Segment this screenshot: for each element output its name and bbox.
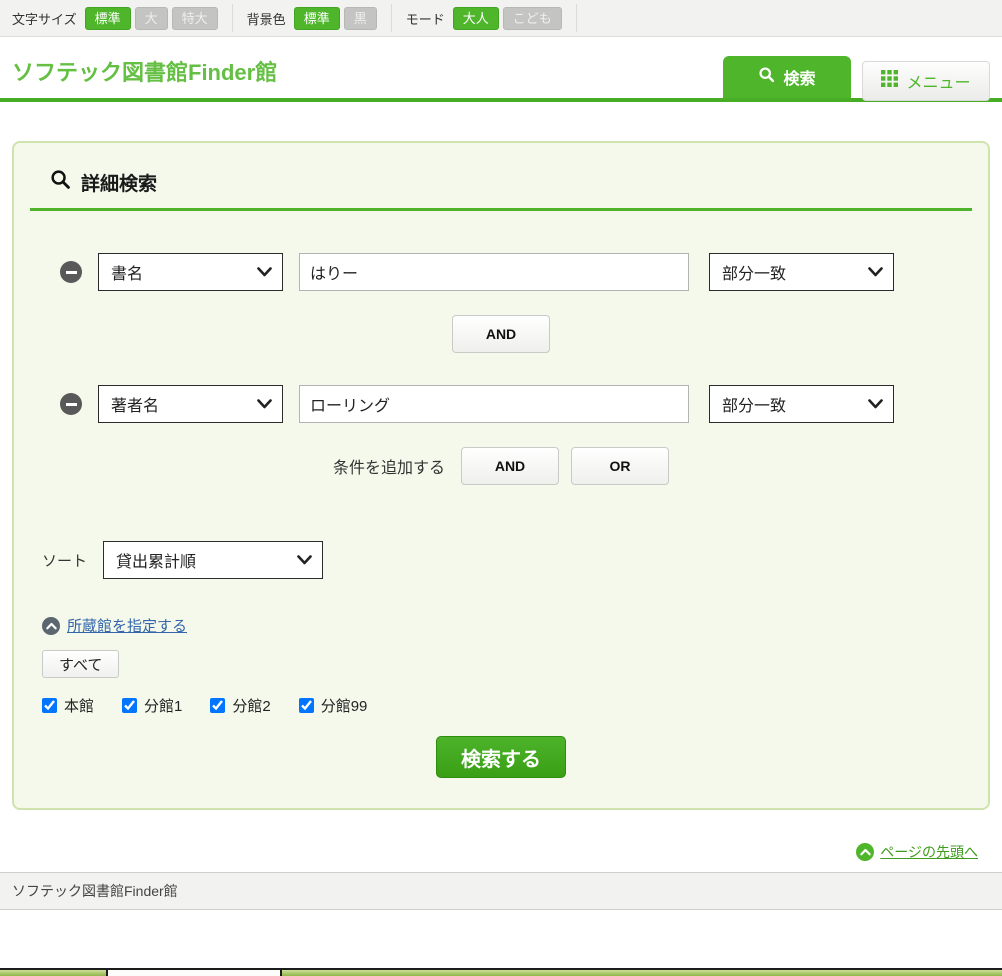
remove-condition-icon[interactable] [60,393,82,415]
checkbox-branch1[interactable] [122,698,137,713]
bg-color-group: 背景色 標準 黒 [247,7,381,30]
tab-search-label: 検索 [783,65,815,89]
keyword-input-2[interactable] [299,385,689,423]
select-all-button[interactable]: すべて [42,650,119,678]
field-select-1-value: 書名 [111,260,143,284]
library-checkbox-branch2[interactable]: 分館2 [210,695,270,716]
bottom-edge-window-fragment [106,970,282,976]
chevron-down-icon [868,267,883,277]
tab-menu[interactable]: メニュー [862,61,990,101]
library-toggle-link[interactable]: 所蔵館を指定する [67,615,187,636]
accessibility-toolbar: 文字サイズ 標準 大 特大 背景色 標準 黒 モード 大人 こども [0,0,1002,37]
operator-row: AND [30,315,972,353]
and-operator-button[interactable]: AND [452,315,550,353]
field-select-2-value: 著者名 [111,392,159,416]
field-select-2[interactable]: 著者名 [98,385,283,423]
search-submit-button[interactable]: 検索する [436,736,566,778]
checkbox-branch99-label: 分館99 [321,695,368,716]
chevron-down-icon [868,399,883,409]
back-to-top-link[interactable]: ページの先頭へ [880,842,978,862]
chevron-up-circle-icon [856,843,874,861]
panel-title: 詳細検索 [81,169,157,196]
checkbox-branch2[interactable] [210,698,225,713]
add-condition-label: 条件を追加する [333,454,445,478]
tab-search[interactable]: 検索 [723,56,851,98]
bottom-edge-strip [0,968,1002,976]
checkbox-main-label: 本館 [64,695,94,716]
chevron-down-icon [297,555,312,565]
toolbar-divider [232,4,233,32]
checkbox-main-library[interactable] [42,698,57,713]
back-to-top-row: ページの先頭へ [24,842,978,862]
checkbox-branch99[interactable] [299,698,314,713]
font-size-group: 文字サイズ 標準 大 特大 [12,7,222,30]
font-size-large-button[interactable]: 大 [135,7,168,30]
library-checkbox-main[interactable]: 本館 [42,695,94,716]
site-title: ソフテック図書館Finder館 [12,55,277,87]
minus-glyph [66,271,77,274]
bg-color-black-button[interactable]: 黒 [344,7,377,30]
checkbox-branch1-label: 分館1 [144,695,182,716]
tab-menu-label: メニュー [906,69,970,93]
match-select-1[interactable]: 部分一致 [709,253,894,291]
remove-condition-icon[interactable] [60,261,82,283]
mode-kids-button[interactable]: こども [503,7,562,30]
site-header: ソフテック図書館Finder館 検索 メニュー [0,37,1002,102]
footer-site-name: ソフテック図書館Finder館 [12,881,178,901]
search-icon [758,66,775,88]
minus-glyph [66,403,77,406]
chevron-up-circle-icon [42,617,60,635]
match-select-1-value: 部分一致 [722,260,786,284]
condition-row-2: 著者名 部分一致 [30,385,972,423]
bg-color-normal-button[interactable]: 標準 [294,7,340,30]
library-section: 所蔵館を指定する すべて 本館 分館1 分館2 分館99 [30,615,972,716]
advanced-search-panel: 詳細検索 書名 部分一致 AND 著者名 [12,141,990,810]
mode-adult-button[interactable]: 大人 [453,7,499,30]
sort-select[interactable]: 貸出累計順 [103,541,323,579]
font-size-normal-button[interactable]: 標準 [85,7,131,30]
panel-title-underline [30,208,972,211]
header-tabs: 検索 メニュー [723,56,990,98]
footer-bar: ソフテック図書館Finder館 [0,872,1002,910]
sort-row: ソート 貸出累計順 [30,541,972,579]
match-select-2[interactable]: 部分一致 [709,385,894,423]
sort-label: ソート [42,550,87,571]
library-checkbox-row: 本館 分館1 分館2 分館99 [42,695,972,716]
panel-title-row: 詳細検索 [30,163,972,196]
submit-row: 検索する [30,736,972,778]
add-condition-row: 条件を追加する AND OR [30,447,972,485]
bottom-gap [0,910,1002,968]
library-checkbox-branch99[interactable]: 分館99 [299,695,368,716]
main-content: 詳細検索 書名 部分一致 AND 著者名 [0,141,1002,862]
chevron-down-icon [257,399,272,409]
search-icon [50,169,71,196]
add-and-button[interactable]: AND [461,447,559,485]
condition-row-1: 書名 部分一致 [30,253,972,291]
font-size-xlarge-button[interactable]: 特大 [172,7,218,30]
add-or-button[interactable]: OR [571,447,669,485]
checkbox-branch2-label: 分館2 [232,695,270,716]
font-size-label: 文字サイズ [12,9,77,28]
sort-select-value: 貸出累計順 [116,548,196,572]
library-toggle-row: 所蔵館を指定する [42,615,972,636]
toolbar-divider [391,4,392,32]
keyword-input-1[interactable] [299,253,689,291]
field-select-1[interactable]: 書名 [98,253,283,291]
chevron-down-icon [257,267,272,277]
match-select-2-value: 部分一致 [722,392,786,416]
library-checkbox-branch1[interactable]: 分館1 [122,695,182,716]
menu-grid-icon [881,70,898,92]
mode-label: モード [406,9,445,28]
bg-color-label: 背景色 [247,9,286,28]
mode-group: モード 大人 こども [406,7,566,30]
toolbar-divider [576,4,577,32]
